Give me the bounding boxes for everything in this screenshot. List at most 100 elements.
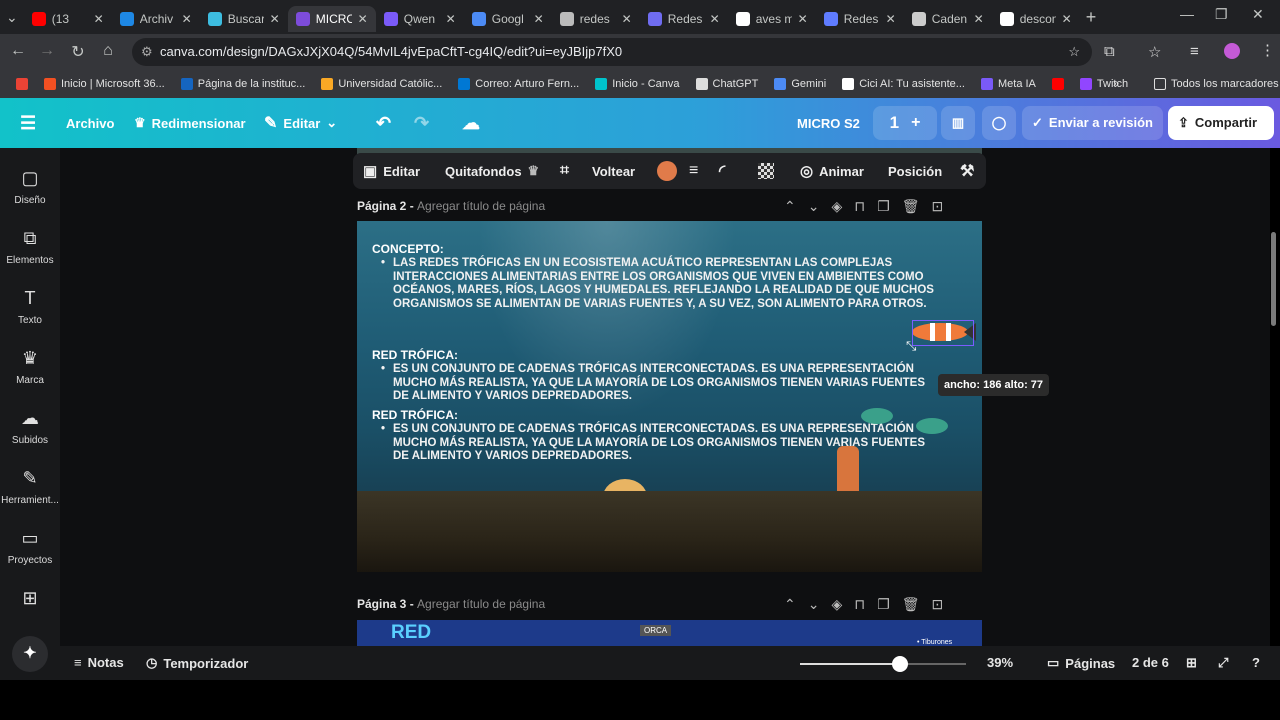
tab-close-icon[interactable]: ✕ xyxy=(534,12,544,26)
browser-tab[interactable]: Qwen ✕ xyxy=(376,6,464,32)
duplicate-icon[interactable]: ❐ xyxy=(877,596,890,613)
extensions-icon[interactable]: ⧉ xyxy=(1104,43,1115,60)
comments-icon[interactable]: ◯ xyxy=(982,106,1016,140)
tab-close-icon[interactable]: ✕ xyxy=(94,12,104,26)
editar-menu[interactable]: ✎ Editar ⌄ xyxy=(264,113,337,133)
hide-page-icon[interactable]: ◈ xyxy=(831,596,842,613)
chevron-up-icon[interactable]: ⌃ xyxy=(784,596,796,613)
selection-box[interactable] xyxy=(912,320,974,346)
reload-icon[interactable]: ↻ xyxy=(63,42,93,62)
tab-close-icon[interactable]: ✕ xyxy=(270,12,280,26)
sidebar-item[interactable]: ▭ Proyectos xyxy=(0,528,60,566)
page2-label[interactable]: Página 2 - Agregar título de página xyxy=(357,199,545,213)
chevron-up-icon[interactable]: ⌃ xyxy=(784,198,796,215)
bookmark-item[interactable]: Inicio | Microsoft 36... xyxy=(36,78,173,90)
border-style-icon[interactable]: ≡ xyxy=(689,162,698,180)
bookmark-item[interactable]: Meta IA xyxy=(973,78,1044,90)
tab-close-icon[interactable]: ✕ xyxy=(182,12,192,26)
url-field[interactable]: ⚙ canva.com/design/DAGxJXjX04Q/54MvIL4jv… xyxy=(132,38,1092,66)
trash-icon[interactable]: 🗑 xyxy=(902,198,920,215)
browser-tab[interactable]: Redes ✕ xyxy=(816,6,904,32)
browser-tab[interactable]: descon ✕ xyxy=(992,6,1080,32)
tab-close-icon[interactable]: ✕ xyxy=(974,12,984,26)
sidebar-item[interactable]: ✎ Herramient... xyxy=(0,468,60,506)
bookmark-item[interactable] xyxy=(1044,78,1072,90)
transparency-icon[interactable] xyxy=(758,163,774,179)
vertical-scrollbar[interactable] xyxy=(1271,232,1276,326)
sidebar-item[interactable]: ♛ Marca xyxy=(0,348,60,386)
quitafondos-button[interactable]: Quitafondos ♛ xyxy=(445,163,539,179)
page3-title-hint[interactable]: Agregar título de página xyxy=(417,597,545,611)
site-info-icon[interactable]: ⚙ xyxy=(141,38,153,66)
help-icon[interactable]: ? xyxy=(1252,655,1260,670)
corner-rounding-icon[interactable]: ◜ xyxy=(719,161,725,181)
editar-image-button[interactable]: ▣ Editar xyxy=(363,162,420,180)
chevron-down-icon[interactable]: ⌄ xyxy=(808,198,820,215)
enviar-revision-button[interactable]: ✓ Enviar a revisión xyxy=(1022,106,1163,140)
bookmark-item[interactable]: Inicio - Canva xyxy=(587,78,687,90)
slide-page-3[interactable]: RED ORCA • Tiburones xyxy=(357,620,982,648)
media-icon[interactable]: ≡ xyxy=(1190,43,1199,60)
redimensionar-button[interactable]: ♛ Redimensionar xyxy=(134,115,246,131)
more-bookmarks-icon[interactable]: » xyxy=(1113,78,1119,90)
bookmark-star-icon[interactable]: ☆ xyxy=(1068,38,1080,66)
tab-close-icon[interactable]: ✕ xyxy=(886,12,896,26)
archivo-menu[interactable]: Archivo xyxy=(66,116,114,131)
color-swatch[interactable] xyxy=(657,161,677,181)
bookmark-item[interactable]: Universidad Católic... xyxy=(313,78,450,90)
posicion-button[interactable]: Posición xyxy=(888,164,942,179)
maximize-icon[interactable]: ❐ xyxy=(1215,6,1228,23)
browser-tab[interactable]: Buscar ✕ xyxy=(200,6,288,32)
compartir-button[interactable]: ⇪ Compartir xyxy=(1168,106,1274,140)
sidebar-item[interactable]: ⧉ Elementos xyxy=(0,228,60,266)
design-title[interactable]: MICRO S2 xyxy=(797,116,860,131)
zoom-slider-knob[interactable] xyxy=(891,656,908,672)
sidebar-item[interactable]: ☁ Subidos xyxy=(0,408,60,446)
tab-close-icon[interactable]: ✕ xyxy=(446,12,456,26)
zoom-slider[interactable] xyxy=(800,656,966,672)
chevron-down-icon[interactable]: ⌄ xyxy=(808,596,820,613)
collaborators[interactable]: 1 + xyxy=(873,106,937,140)
browser-tab[interactable]: MICRO ✕ xyxy=(287,6,376,32)
tab-close-icon[interactable]: ✕ xyxy=(358,12,368,26)
page3-label[interactable]: Página 3 - Agregar título de página xyxy=(357,597,545,611)
sidebar-item[interactable]: ▢ Diseño xyxy=(0,168,60,206)
tab-close-icon[interactable]: ✕ xyxy=(1062,12,1072,26)
tab-close-icon[interactable]: ✕ xyxy=(710,12,720,26)
bookmark-item[interactable]: Cici AI: Tu asistente... xyxy=(834,78,973,90)
animar-button[interactable]: ◎ Animar xyxy=(800,162,864,180)
zoom-value[interactable]: 39% xyxy=(987,655,1013,670)
back-icon[interactable]: ← xyxy=(3,42,33,60)
browser-tab[interactable]: Redes ✕ xyxy=(640,6,728,32)
bookmark-item[interactable]: Gemini xyxy=(766,78,834,90)
profile-avatar[interactable] xyxy=(1224,43,1240,59)
insights-icon[interactable]: ▥ xyxy=(941,106,975,140)
undo-icon[interactable]: ↶ xyxy=(376,113,391,134)
sidebar-item[interactable]: ⊞ xyxy=(0,588,60,615)
tab-close-icon[interactable]: ✕ xyxy=(622,12,632,26)
trash-icon[interactable]: 🗑 xyxy=(902,596,920,613)
fullscreen-icon[interactable]: ⤢ xyxy=(1218,655,1228,671)
sidebar-item[interactable]: T Texto xyxy=(0,288,60,326)
bookmark-item[interactable]: Twitch xyxy=(1072,78,1136,90)
all-bookmarks[interactable]: Todos los marcadores xyxy=(1146,78,1280,90)
grid-view-icon[interactable]: ⊞ xyxy=(1186,655,1197,671)
browser-tab[interactable]: aves m ✕ xyxy=(728,6,816,32)
hide-page-icon[interactable]: ◈ xyxy=(831,198,842,215)
close-window-icon[interactable]: ✕ xyxy=(1252,6,1264,23)
lock-icon[interactable]: ⊓ xyxy=(854,596,865,613)
browser-tab[interactable]: Googl ✕ xyxy=(464,6,552,32)
browser-tab[interactable]: Caden ✕ xyxy=(904,6,992,32)
temporizador-button[interactable]: ◷ Temporizador xyxy=(146,655,248,671)
hamburger-icon[interactable]: ☰ xyxy=(20,113,36,134)
redo-icon[interactable]: ↷ xyxy=(414,113,429,134)
crop-icon[interactable]: ⌗ xyxy=(560,162,569,180)
minimize-icon[interactable]: — xyxy=(1180,6,1194,22)
browser-tab[interactable]: Archiv ✕ xyxy=(112,6,200,32)
voltear-button[interactable]: Voltear xyxy=(592,164,635,179)
slide-page-2[interactable]: CONCEPTO: • LAS REDES TRÓFICAS EN UN ECOS… xyxy=(357,221,982,572)
add-page-icon[interactable]: ⊡ xyxy=(932,596,944,613)
new-tab-button[interactable]: + xyxy=(1080,7,1103,28)
menu-icon[interactable]: ⋮ xyxy=(1260,41,1275,59)
bookmark-item[interactable]: ChatGPT xyxy=(688,78,767,90)
